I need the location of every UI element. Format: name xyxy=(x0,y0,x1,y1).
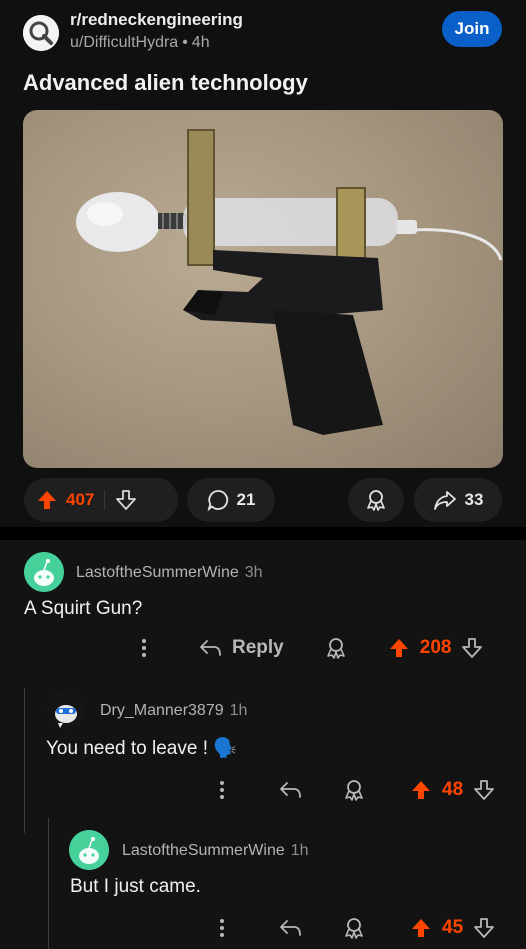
award-button[interactable] xyxy=(348,478,404,522)
comment-score: 48 xyxy=(442,779,464,800)
comment-author[interactable]: LastoftheSummerWine 3h xyxy=(76,564,263,582)
award-icon[interactable] xyxy=(342,778,366,802)
upvote-icon[interactable] xyxy=(410,917,432,939)
comment-actions: Reply 208 xyxy=(140,636,483,660)
award-icon[interactable] xyxy=(342,916,366,940)
post-author[interactable]: u/DifficultHydra xyxy=(70,34,178,51)
comment-body: A Squirt Gun? xyxy=(24,598,143,619)
avatar[interactable] xyxy=(24,552,64,592)
section-divider xyxy=(0,527,526,540)
join-button[interactable]: Join xyxy=(442,11,502,47)
comment-score: 208 xyxy=(419,637,452,658)
post-time: 4h xyxy=(191,34,210,51)
downvote-icon[interactable] xyxy=(115,489,137,511)
reply-arrow-icon[interactable] xyxy=(198,638,222,658)
comment-body: You need to leave ! 🗣️ xyxy=(46,738,237,759)
more-options-icon[interactable] xyxy=(140,637,148,659)
reply-arrow-icon[interactable] xyxy=(278,918,302,938)
subreddit-name[interactable]: r/redneckengineering xyxy=(70,10,243,30)
comment-time: 1h xyxy=(290,842,309,859)
more-options-icon[interactable] xyxy=(218,779,226,801)
comment-author[interactable]: LastoftheSummerWine 1h xyxy=(122,842,309,860)
post-card: r/redneckengineering u/DifficultHydra • 4h… xyxy=(0,0,526,527)
comment-bubble-icon xyxy=(207,489,229,511)
comment: LastoftheSummerWine 1h But I just came. 4… xyxy=(0,818,526,949)
comment-time: 1h xyxy=(229,702,248,719)
subreddit-avatar-icon[interactable] xyxy=(23,15,59,51)
comment-body: But I just came. xyxy=(70,876,201,897)
upvote-icon[interactable] xyxy=(410,779,432,801)
post-meta: u/DifficultHydra • 4h xyxy=(70,34,210,52)
author-name[interactable]: Dry_Manner3879 xyxy=(100,702,224,719)
award-icon xyxy=(364,488,388,512)
downvote-icon[interactable] xyxy=(473,779,495,801)
downvote-icon[interactable] xyxy=(461,637,483,659)
avatar[interactable] xyxy=(46,690,86,730)
shares-count: 33 xyxy=(464,490,484,509)
snoo-avatar-icon xyxy=(69,830,109,870)
reply-button[interactable]: Reply xyxy=(232,637,284,659)
share-button[interactable]: 33 xyxy=(414,478,502,522)
snoo-avatar-icon xyxy=(46,690,86,730)
more-options-icon[interactable] xyxy=(218,917,226,939)
comment-author[interactable]: Dry_Manner3879 1h xyxy=(100,702,247,720)
vote-separator xyxy=(104,490,106,510)
comments-button[interactable]: 21 xyxy=(187,478,275,522)
meta-separator: • xyxy=(182,34,188,51)
comments-count: 21 xyxy=(236,490,256,509)
comment: Dry_Manner3879 1h You need to leave ! 🗣️ … xyxy=(0,680,526,810)
snoo-avatar-icon xyxy=(24,552,64,592)
comment: LastoftheSummerWine 3h A Squirt Gun? Repl… xyxy=(0,540,526,680)
upvote-icon[interactable] xyxy=(388,637,410,659)
downvote-icon[interactable] xyxy=(473,917,495,939)
comment-actions: 45 xyxy=(218,916,495,940)
post-photo-illustration xyxy=(76,129,503,435)
upvote-icon[interactable] xyxy=(36,489,58,511)
reply-arrow-icon[interactable] xyxy=(278,780,302,800)
comment-time: 3h xyxy=(244,564,263,581)
avatar[interactable] xyxy=(69,830,109,870)
comment-actions: 48 xyxy=(218,778,495,802)
share-arrow-icon xyxy=(433,489,457,511)
post-image[interactable] xyxy=(23,110,503,468)
post-score: 407 xyxy=(66,490,95,509)
vote-control: 407 xyxy=(24,478,178,522)
post-title[interactable]: Advanced alien technology xyxy=(23,70,308,96)
comment-score: 45 xyxy=(442,917,464,938)
author-name[interactable]: LastoftheSummerWine xyxy=(122,842,285,859)
award-icon[interactable] xyxy=(324,636,348,660)
author-name[interactable]: LastoftheSummerWine xyxy=(76,564,239,581)
